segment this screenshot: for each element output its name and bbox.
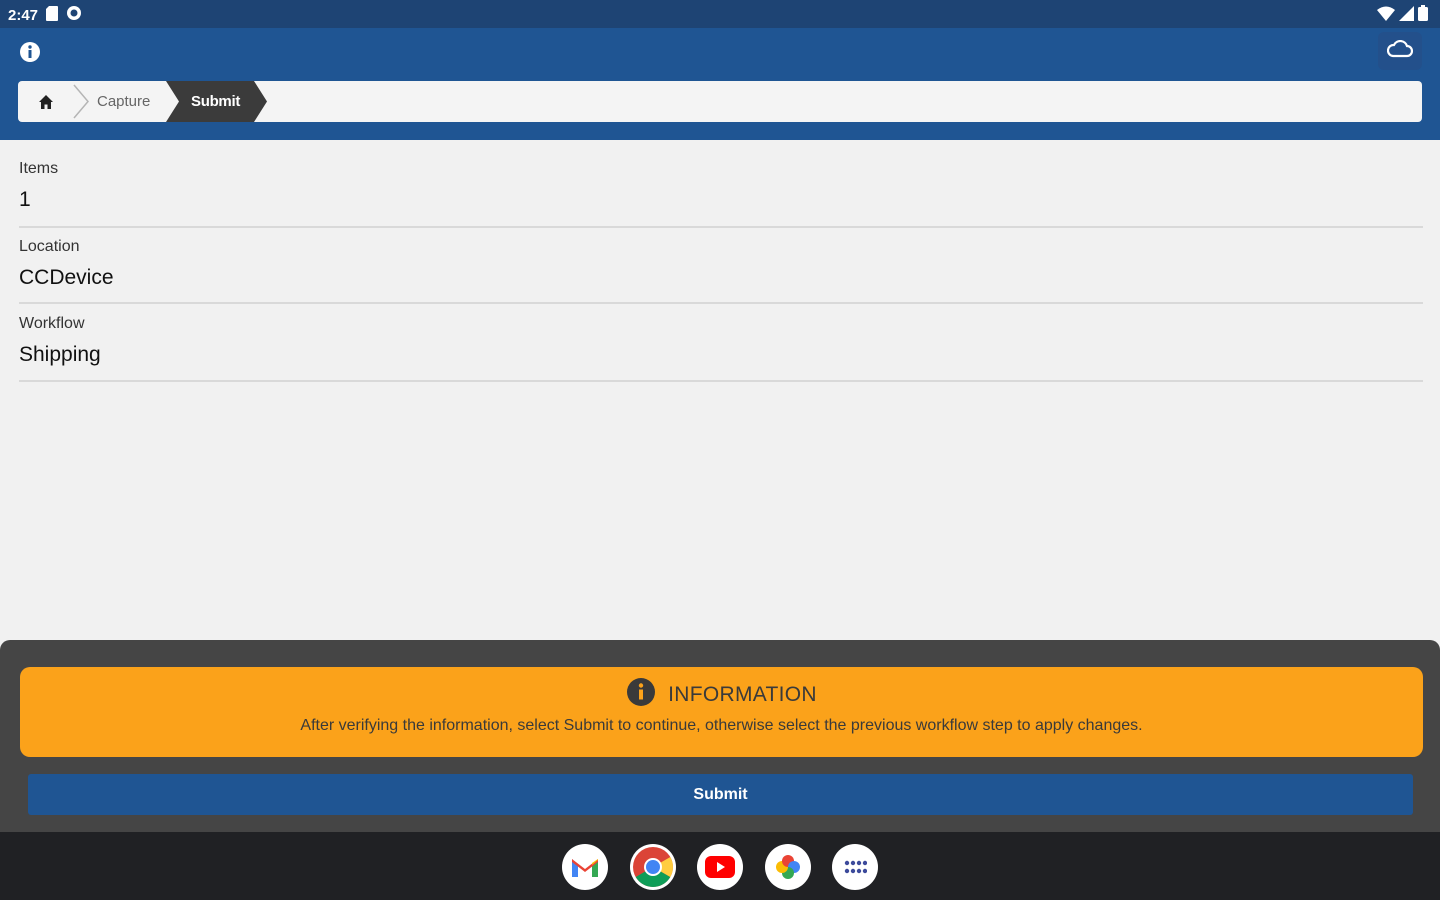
cloud-sync-button[interactable] bbox=[1378, 32, 1422, 70]
field-label: Workflow bbox=[19, 315, 85, 332]
breadcrumb-item-label: Submit bbox=[191, 93, 241, 110]
taskbar bbox=[0, 832, 1440, 900]
field-workflow: Workflow Shipping bbox=[19, 315, 1423, 382]
wifi-icon bbox=[1377, 6, 1395, 26]
information-message: After verifying the information, select … bbox=[300, 717, 1143, 734]
sd-card-icon bbox=[46, 5, 59, 25]
field-value: CCDevice bbox=[19, 266, 114, 289]
youtube-icon[interactable] bbox=[697, 844, 743, 890]
field-value: 1 bbox=[19, 188, 31, 211]
breadcrumb-item-submit[interactable]: Submit bbox=[166, 81, 268, 122]
field-location: Location CCDevice bbox=[19, 238, 1423, 304]
info-icon[interactable] bbox=[19, 41, 41, 63]
information-title: INFORMATION bbox=[668, 682, 817, 706]
photos-icon[interactable] bbox=[765, 844, 811, 890]
breadcrumb: Capture Submit bbox=[18, 81, 1422, 122]
app-bar: Capture Submit bbox=[0, 28, 1440, 140]
breadcrumb-item-capture[interactable]: Capture bbox=[97, 81, 150, 122]
sync-status-icon bbox=[66, 5, 82, 25]
cellular-signal-icon bbox=[1399, 5, 1414, 26]
app-drawer-icon[interactable] bbox=[832, 844, 878, 890]
field-label: Location bbox=[19, 238, 80, 255]
bottom-sheet: INFORMATION After verifying the informat… bbox=[0, 640, 1440, 832]
chevron-right-icon bbox=[72, 81, 96, 122]
chrome-icon[interactable] bbox=[630, 844, 676, 890]
field-items: Items 1 bbox=[19, 160, 1423, 228]
status-time: 2:47 bbox=[8, 6, 39, 24]
information-card: INFORMATION After verifying the informat… bbox=[20, 667, 1423, 757]
field-value: Shipping bbox=[19, 343, 101, 366]
cloud-icon bbox=[1386, 39, 1414, 63]
battery-icon bbox=[1418, 5, 1428, 26]
home-icon[interactable] bbox=[36, 92, 56, 112]
submit-button[interactable]: Submit bbox=[28, 774, 1413, 815]
gmail-icon[interactable] bbox=[562, 844, 608, 890]
field-label: Items bbox=[19, 160, 59, 177]
info-icon bbox=[626, 677, 656, 712]
status-bar: 2:47 bbox=[0, 0, 1440, 28]
